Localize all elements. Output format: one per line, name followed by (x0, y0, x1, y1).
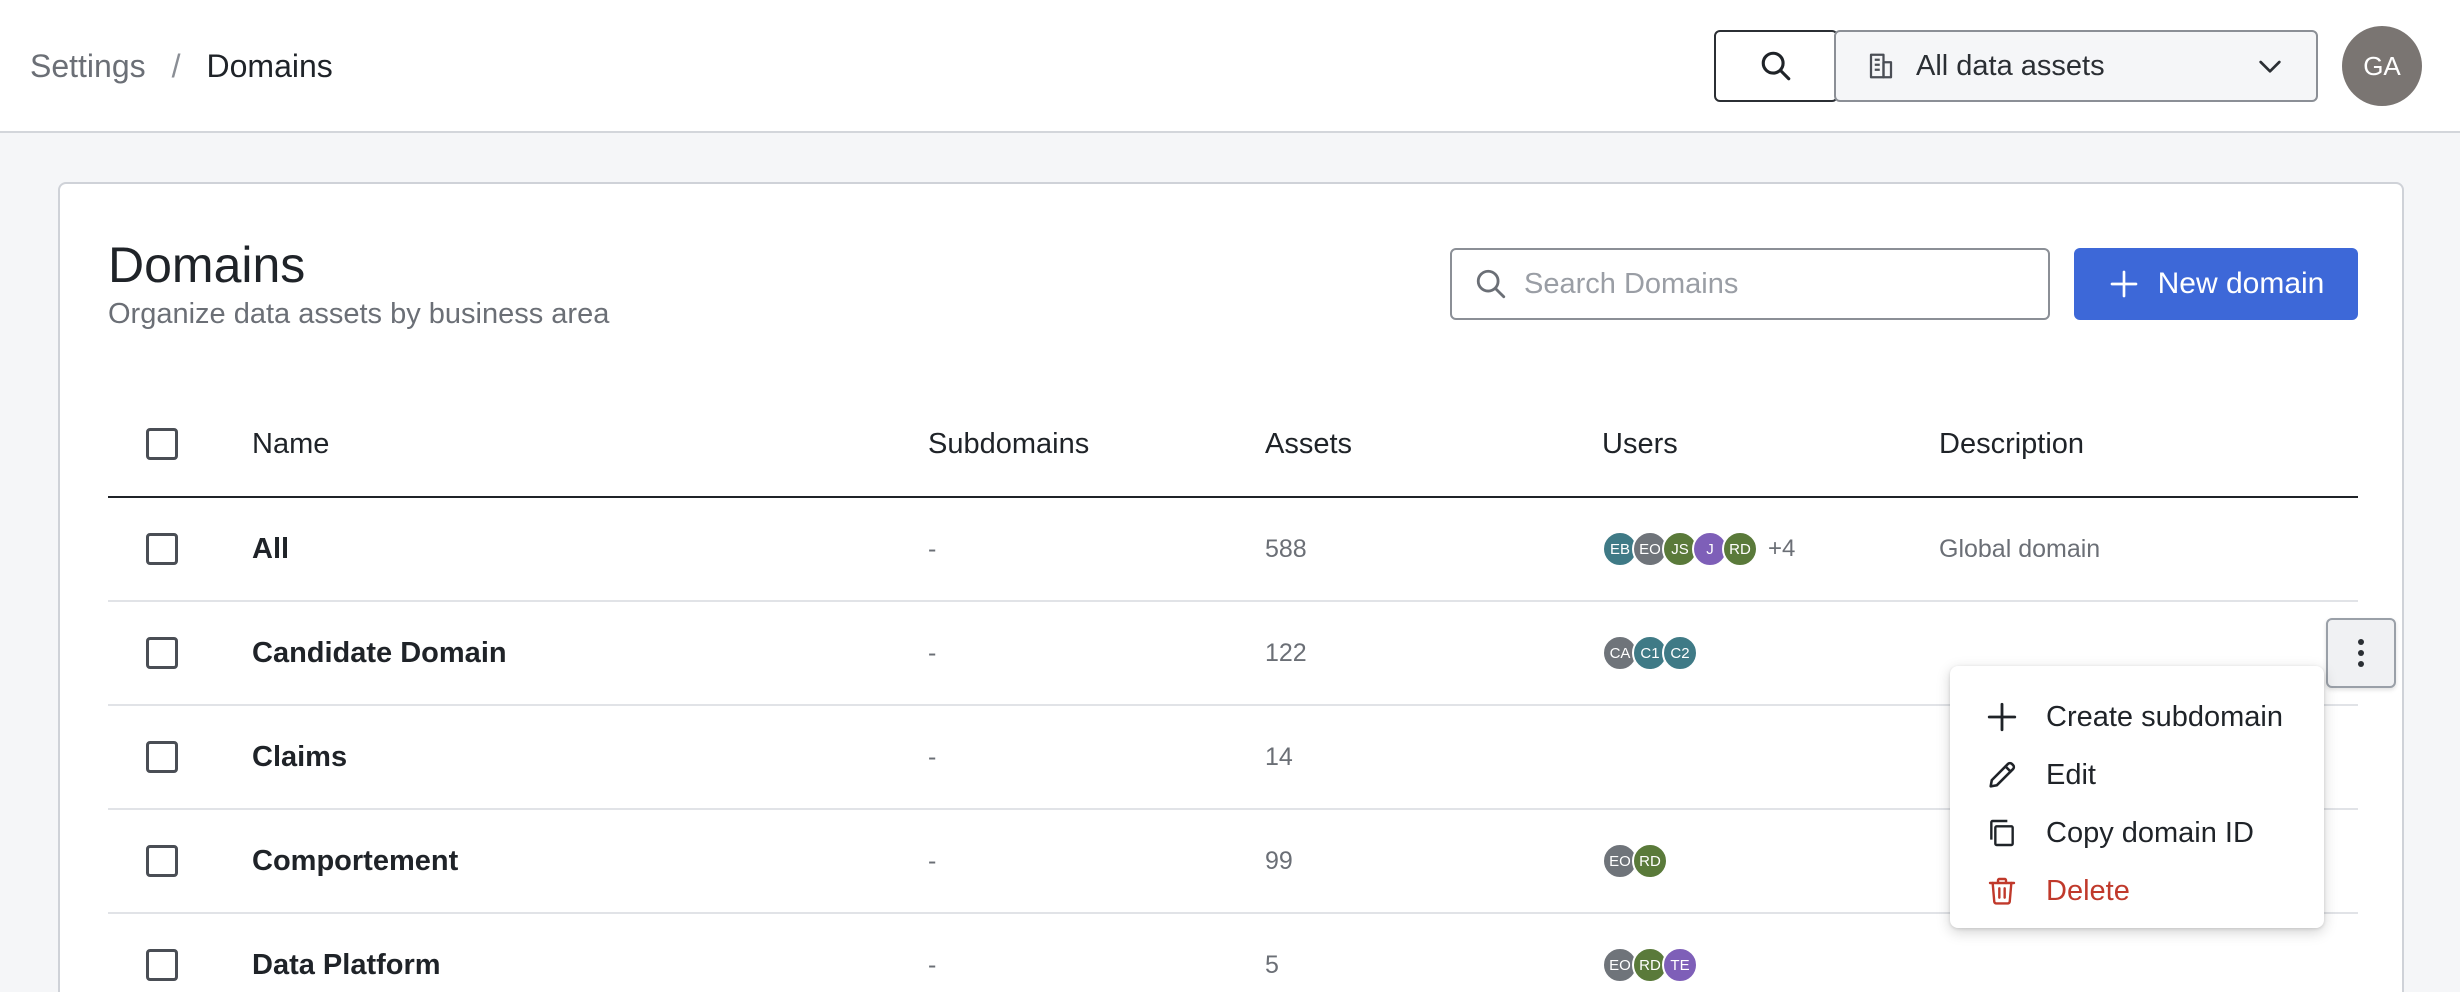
domain-name[interactable]: Claims (252, 741, 347, 774)
row-checkbox[interactable] (146, 741, 178, 773)
row-checkbox[interactable] (146, 533, 178, 565)
assets-count: 14 (1265, 742, 1293, 771)
breadcrumb-current: Domains (206, 47, 333, 84)
assets-count: 5 (1265, 950, 1279, 979)
avatar: C2 (1662, 635, 1698, 671)
copy-icon (1984, 817, 2020, 849)
subdomains-value: - (928, 534, 937, 563)
select-all-checkbox[interactable] (146, 428, 178, 460)
user-avatars[interactable]: EO RD (1602, 843, 1668, 879)
breadcrumb-settings-link[interactable]: Settings (30, 48, 146, 85)
subdomains-value: - (928, 950, 937, 979)
column-header-subdomains[interactable]: Subdomains (928, 392, 1089, 496)
menu-item-create-subdomain[interactable]: Create subdomain (1950, 688, 2324, 746)
row-actions-button[interactable] (2326, 618, 2396, 688)
table-header: Name Subdomains Assets Users Description (108, 392, 2358, 498)
domain-name[interactable]: Data Platform (252, 949, 441, 982)
menu-item-label: Create subdomain (2046, 700, 2283, 733)
search-icon (1759, 49, 1793, 83)
row-checkbox[interactable] (146, 845, 178, 877)
subdomains-value: - (928, 742, 937, 771)
more-vertical-icon (2356, 637, 2366, 669)
breadcrumb-separator: / (171, 47, 181, 84)
data-assets-select-value: All data assets (1916, 49, 2105, 82)
new-domain-button[interactable]: New domain (2074, 248, 2358, 320)
top-bar: Settings / Domains All data assets GA (0, 0, 2460, 133)
column-header-description[interactable]: Description (1939, 392, 2084, 496)
assets-count: 588 (1265, 534, 1307, 563)
menu-item-copy-domain-id[interactable]: Copy domain ID (1950, 804, 2324, 862)
building-icon (1866, 51, 1896, 81)
search-icon (1474, 267, 1508, 301)
search-domains-field[interactable] (1450, 248, 2050, 320)
subdomains-value: - (928, 638, 937, 667)
column-header-assets[interactable]: Assets (1265, 392, 1352, 496)
plus-icon (1984, 700, 2020, 734)
global-search-button[interactable] (1714, 30, 1838, 102)
assets-count: 122 (1265, 638, 1307, 667)
row-checkbox[interactable] (146, 637, 178, 669)
page-title: Domains (108, 237, 306, 293)
search-domains-input[interactable] (1524, 267, 2004, 301)
domain-name[interactable]: Candidate Domain (252, 637, 507, 670)
page-subtitle: Organize data assets by business area (108, 298, 610, 330)
user-avatar[interactable]: GA (2342, 26, 2422, 106)
user-avatars[interactable]: EO RD TE (1602, 947, 1698, 983)
more-users-count: +4 (1768, 535, 1796, 562)
domain-name[interactable]: All (252, 533, 289, 566)
menu-item-label: Copy domain ID (2046, 816, 2254, 849)
menu-item-label: Edit (2046, 758, 2096, 791)
plus-icon (2108, 268, 2140, 300)
user-avatars[interactable]: CA C1 C2 (1602, 635, 1698, 671)
menu-item-label: Delete (2046, 874, 2130, 907)
user-avatars[interactable]: EB EO JS J RD +4 (1602, 531, 1795, 567)
menu-item-edit[interactable]: Edit (1950, 746, 2324, 804)
pencil-icon (1984, 758, 2020, 792)
row-checkbox[interactable] (146, 949, 178, 981)
domain-name[interactable]: Comportement (252, 845, 458, 878)
data-assets-select[interactable]: All data assets (1834, 30, 2318, 102)
row-actions-menu: Create subdomain Edit Copy domain ID Del… (1950, 666, 2324, 928)
chevron-down-icon (2254, 50, 2286, 82)
subdomains-value: - (928, 846, 937, 875)
avatar: RD (1722, 531, 1758, 567)
avatar: TE (1662, 947, 1698, 983)
menu-item-delete[interactable]: Delete (1950, 862, 2324, 920)
new-domain-label: New domain (2157, 267, 2325, 300)
column-header-users[interactable]: Users (1602, 392, 1678, 496)
description-text: Global domain (1939, 534, 2101, 563)
column-header-name[interactable]: Name (252, 392, 329, 496)
assets-count: 99 (1265, 846, 1293, 875)
breadcrumb: Settings / Domains (30, 44, 333, 88)
table-row[interactable]: All - 588 EB EO JS J RD +4 Global domain (108, 498, 2358, 602)
avatar: RD (1632, 843, 1668, 879)
trash-icon (1984, 874, 2020, 908)
